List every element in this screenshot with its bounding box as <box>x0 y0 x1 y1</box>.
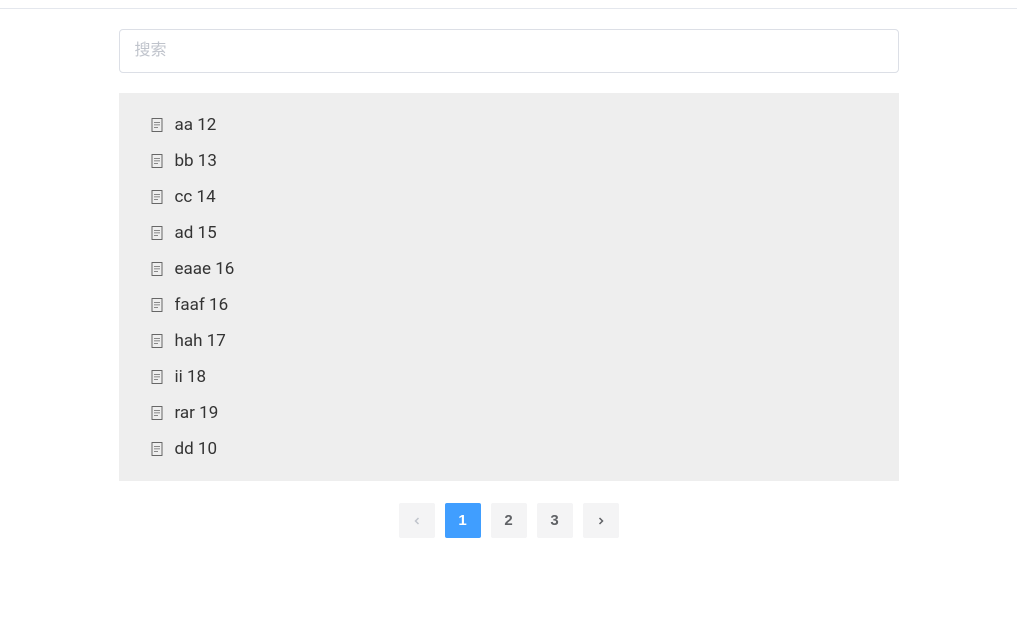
list-item-label: eaae 16 <box>175 259 235 279</box>
search-input[interactable] <box>119 29 899 73</box>
document-icon <box>149 189 165 205</box>
list-item-label: faaf 16 <box>175 295 229 315</box>
chevron-left-icon <box>411 515 423 527</box>
document-icon <box>149 261 165 277</box>
list-item[interactable]: bb 13 <box>149 143 869 179</box>
list-item-label: dd 10 <box>175 439 218 459</box>
list-item[interactable]: faaf 16 <box>149 287 869 323</box>
list-item[interactable]: cc 14 <box>149 179 869 215</box>
list-item-label: ad 15 <box>175 223 217 243</box>
list-item[interactable]: dd 10 <box>149 431 869 467</box>
list-item[interactable]: ii 18 <box>149 359 869 395</box>
pagination-page-3[interactable]: 3 <box>537 503 573 538</box>
list-item[interactable]: eaae 16 <box>149 251 869 287</box>
list-item-label: rar 19 <box>175 403 219 423</box>
list-item-label: aa 12 <box>175 115 217 135</box>
list-item-label: bb 13 <box>175 151 217 171</box>
document-icon <box>149 441 165 457</box>
results-list: aa 12 bb 13 cc 14 ad 15 eaae 16 faaf 16 hah 17… <box>119 93 899 481</box>
document-icon <box>149 333 165 349</box>
document-icon <box>149 117 165 133</box>
pagination-page-2[interactable]: 2 <box>491 503 527 538</box>
pagination-prev-button[interactable] <box>399 503 435 538</box>
pagination: 123 <box>119 503 899 538</box>
search-wrapper <box>119 29 899 73</box>
top-divider <box>0 8 1017 9</box>
document-icon <box>149 297 165 313</box>
list-item-label: hah 17 <box>175 331 226 351</box>
pagination-page-1[interactable]: 1 <box>445 503 481 538</box>
chevron-right-icon <box>595 515 607 527</box>
document-icon <box>149 405 165 421</box>
document-icon <box>149 369 165 385</box>
list-item[interactable]: hah 17 <box>149 323 869 359</box>
document-icon <box>149 153 165 169</box>
list-item-label: cc 14 <box>175 187 216 207</box>
list-item[interactable]: ad 15 <box>149 215 869 251</box>
pagination-next-button[interactable] <box>583 503 619 538</box>
list-item[interactable]: rar 19 <box>149 395 869 431</box>
document-icon <box>149 225 165 241</box>
main-container: aa 12 bb 13 cc 14 ad 15 eaae 16 faaf 16 hah 17… <box>109 29 909 538</box>
list-item-label: ii 18 <box>175 367 207 387</box>
list-item[interactable]: aa 12 <box>149 107 869 143</box>
